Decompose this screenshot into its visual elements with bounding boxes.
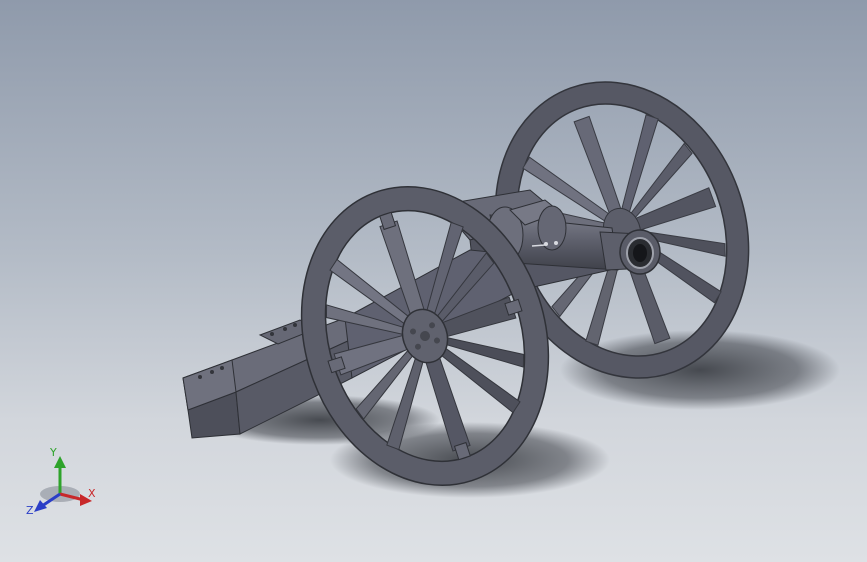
cannon-model[interactable]: [0, 0, 867, 562]
y-axis-label: Y: [49, 446, 57, 459]
x-axis-label: X: [88, 487, 96, 500]
orientation-triad[interactable]: Y X Z: [22, 440, 112, 530]
z-axis-label: Z: [26, 504, 34, 517]
z-arrow-icon: [34, 500, 47, 512]
graphics-viewport[interactable]: Y X Z: [0, 0, 867, 562]
